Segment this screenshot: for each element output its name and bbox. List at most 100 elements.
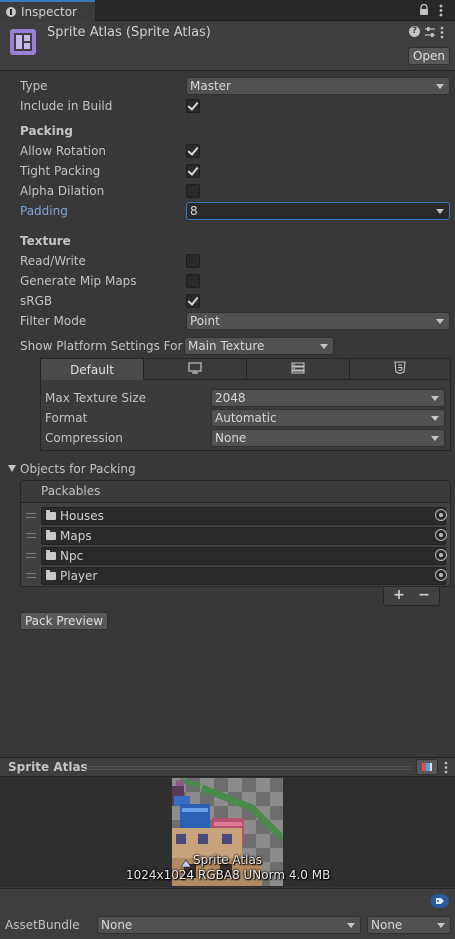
type-dropdown[interactable]: Master xyxy=(186,77,450,95)
folder-icon xyxy=(46,530,56,540)
chevron-down-icon xyxy=(436,209,444,214)
allow-rotation-label: Allow Rotation xyxy=(20,144,107,158)
srgb-label: sRGB xyxy=(20,294,53,308)
object-picker-icon[interactable] xyxy=(435,549,447,561)
tag-icon[interactable] xyxy=(431,894,449,908)
tab-server[interactable] xyxy=(247,359,350,380)
chevron-down-icon xyxy=(431,416,439,421)
chevron-down-icon xyxy=(437,923,445,928)
object-field[interactable]: Houses xyxy=(41,507,446,525)
read-write-label: Read/Write xyxy=(20,254,86,268)
monitor-icon xyxy=(188,361,202,377)
sprite-atlas-icon xyxy=(8,27,38,57)
tab-bar: Inspector xyxy=(0,0,455,21)
platform-settings-value: Main Texture xyxy=(188,339,265,353)
compression-dropdown[interactable]: None xyxy=(211,429,445,447)
preview-header: Sprite Atlas xyxy=(0,757,455,777)
asset-bundle-bar: AssetBundle None None xyxy=(0,888,455,939)
tab-default-label: Default xyxy=(70,362,114,377)
format-dropdown[interactable]: Automatic xyxy=(211,409,445,427)
tight-packing-checkbox[interactable] xyxy=(186,164,200,178)
platform-settings-dropdown[interactable]: Main Texture xyxy=(184,337,334,355)
compression-label: Compression xyxy=(45,431,123,445)
packables-list: Packables Houses Maps Npc Player xyxy=(20,480,451,587)
more-options-icon[interactable] xyxy=(440,26,444,39)
open-button[interactable]: Open xyxy=(408,47,450,65)
max-texture-size-label: Max Texture Size xyxy=(45,391,146,405)
inspector-header: Sprite Atlas (Sprite Atlas) ? Open xyxy=(0,21,455,71)
tab-default[interactable]: Default xyxy=(41,359,144,380)
objects-for-packing-title[interactable]: Objects for Packing xyxy=(20,462,136,476)
list-item[interactable]: Houses xyxy=(21,506,450,526)
tab-inspector[interactable]: Inspector xyxy=(0,0,95,21)
chevron-down-icon xyxy=(431,436,439,441)
object-name: Npc xyxy=(60,549,84,563)
object-name: Maps xyxy=(60,529,92,543)
html5-icon xyxy=(394,361,406,377)
list-item[interactable]: Player xyxy=(21,566,450,586)
drag-handle-icon[interactable] xyxy=(26,553,36,558)
generate-mip-maps-label: Generate Mip Maps xyxy=(20,274,137,288)
object-picker-icon[interactable] xyxy=(435,529,447,541)
type-label: Type xyxy=(20,79,48,93)
object-field[interactable]: Maps xyxy=(41,527,446,545)
list-item[interactable]: Npc xyxy=(21,546,450,566)
channel-toggle-icon[interactable] xyxy=(416,759,438,775)
padding-dropdown[interactable]: 8 xyxy=(186,202,450,220)
info-icon xyxy=(6,6,16,17)
more-options-icon[interactable] xyxy=(439,4,443,17)
type-value: Master xyxy=(190,79,231,93)
preview-info: 1024x1024 RGBA8 UNorm 4.0 MB xyxy=(126,868,331,882)
compression-value: None xyxy=(215,431,247,445)
read-write-checkbox[interactable] xyxy=(186,254,200,268)
generate-mip-maps-checkbox[interactable] xyxy=(186,274,200,288)
tab-webgl[interactable] xyxy=(350,359,450,380)
filter-mode-dropdown[interactable]: Point xyxy=(186,312,450,330)
max-texture-size-dropdown[interactable]: 2048 xyxy=(211,389,445,407)
padding-label: Padding xyxy=(20,204,68,218)
asset-bundle-name-value: None xyxy=(101,918,133,932)
filter-mode-label: Filter Mode xyxy=(20,314,87,328)
alpha-dilation-checkbox[interactable] xyxy=(186,184,200,198)
drag-handle-icon[interactable] xyxy=(26,513,36,518)
sprite-atlas-thumb-icon xyxy=(180,857,192,868)
chevron-down-icon xyxy=(436,84,444,89)
tab-title: Inspector xyxy=(21,4,77,19)
asset-bundle-label: AssetBundle xyxy=(5,918,80,932)
asset-bundle-variant-dropdown[interactable]: None xyxy=(367,916,451,934)
list-footer: + − xyxy=(383,587,440,606)
folder-icon xyxy=(46,510,56,520)
more-options-icon[interactable] xyxy=(444,761,448,774)
help-icon[interactable]: ? xyxy=(409,26,420,37)
preview-title: Sprite Atlas xyxy=(8,760,88,774)
preview-divider xyxy=(84,766,411,770)
padding-value: 8 xyxy=(190,204,198,218)
lock-icon[interactable] xyxy=(419,3,429,16)
add-item-button[interactable]: + xyxy=(390,587,408,604)
srgb-checkbox[interactable] xyxy=(186,294,200,308)
alpha-dilation-label: Alpha Dilation xyxy=(20,184,105,198)
chevron-down-icon xyxy=(347,923,355,928)
object-picker-icon[interactable] xyxy=(435,509,447,521)
list-item[interactable]: Maps xyxy=(21,526,450,546)
drag-handle-icon[interactable] xyxy=(26,533,36,538)
object-picker-icon[interactable] xyxy=(435,569,447,581)
format-label: Format xyxy=(45,411,88,425)
presets-icon[interactable] xyxy=(424,26,436,38)
foldout-arrow-icon[interactable] xyxy=(8,465,16,472)
object-field[interactable]: Npc xyxy=(41,547,446,565)
tight-packing-label: Tight Packing xyxy=(20,164,101,178)
page-title: Sprite Atlas (Sprite Atlas) xyxy=(47,25,211,40)
object-name: Houses xyxy=(60,509,104,523)
pack-preview-button[interactable]: Pack Preview xyxy=(20,612,108,630)
object-field[interactable]: Player xyxy=(41,567,446,585)
filter-mode-value: Point xyxy=(190,314,220,328)
asset-bundle-name-dropdown[interactable]: None xyxy=(97,916,361,934)
platform-settings-panel: Default Max Texture Size 2048 Format Aut… xyxy=(40,358,451,451)
chevron-down-icon xyxy=(320,344,328,349)
tab-standalone[interactable] xyxy=(144,359,247,380)
drag-handle-icon[interactable] xyxy=(26,573,36,578)
remove-item-button[interactable]: − xyxy=(415,587,433,604)
allow-rotation-checkbox[interactable] xyxy=(186,144,200,158)
include-in-build-checkbox[interactable] xyxy=(186,99,200,113)
